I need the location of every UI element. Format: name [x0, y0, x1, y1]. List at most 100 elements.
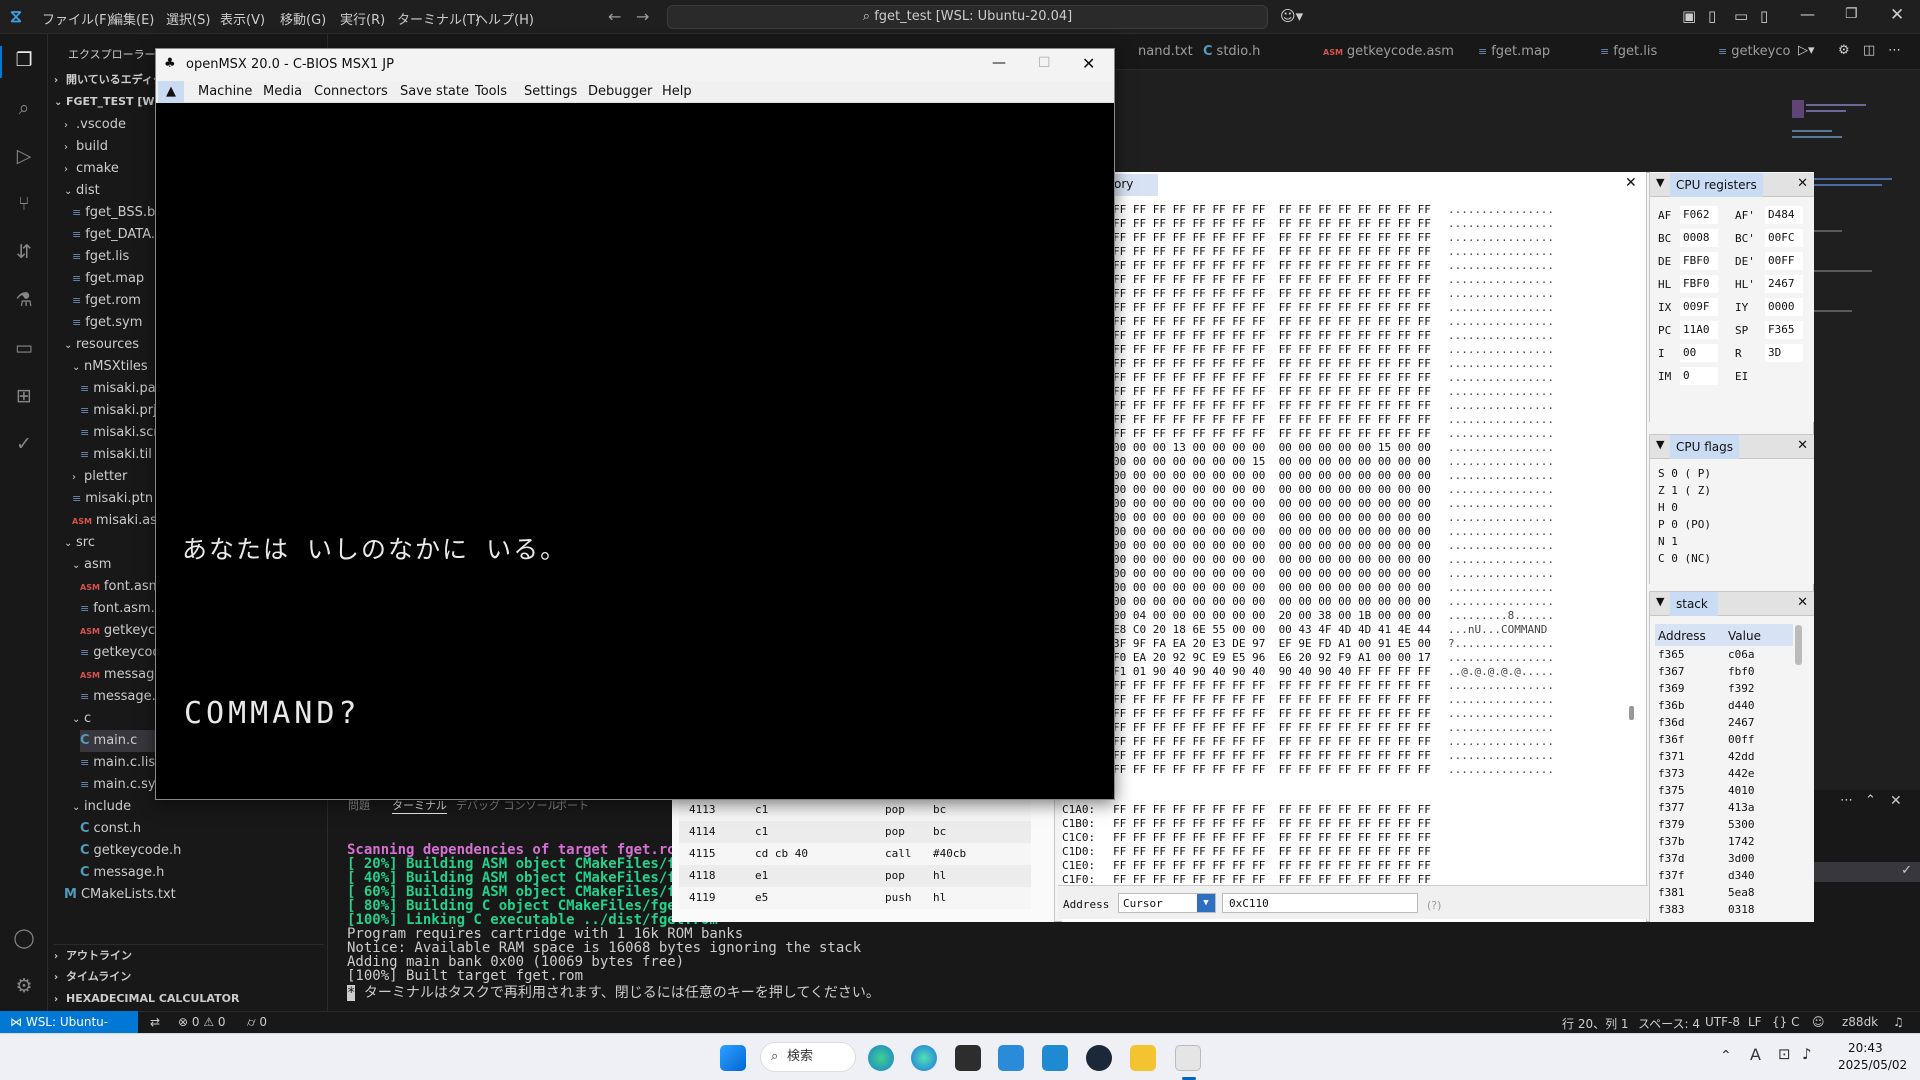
memory-row[interactable]: F1 01 90 40 90 40 90 40 90 40 90 40 FF F… [1113, 665, 1431, 679]
app-j-icon[interactable] [998, 1045, 1024, 1071]
file-item[interactable]: ≡ misaki.til [80, 444, 152, 466]
file-item[interactable]: ≡ misaki.pal [80, 378, 159, 400]
source-control-icon[interactable]: ⑂ [12, 192, 36, 216]
memory-row[interactable]: FF FF FF FF FF FF FF FF FF FF FF FF FF F… [1113, 735, 1431, 749]
forward-arrow-icon[interactable]: → [636, 7, 649, 26]
memory-row[interactable]: 00 00 00 00 00 00 00 00 00 00 00 00 00 0… [1113, 497, 1431, 511]
memory-row[interactable]: FF FF FF FF FF FF FF FF FF FF FF FF FF F… [1113, 413, 1431, 427]
terminal-close-icon[interactable]: ✕ [1890, 793, 1902, 809]
menu-item[interactable]: 選択(S) [166, 9, 210, 28]
register-value[interactable]: 009F [1680, 298, 1718, 316]
memory-row[interactable]: FF FF FF FF FF FF FF FF FF FF FF FF FF F… [1113, 231, 1431, 245]
close-icon[interactable]: ✕ [1797, 438, 1808, 453]
close-icon[interactable]: ✕ [1082, 54, 1095, 73]
disasm-row[interactable]: 4114 c1 pop bc [679, 821, 1031, 843]
account-icon[interactable]: ◯ [12, 926, 36, 950]
register-value[interactable]: 00FC [1765, 229, 1803, 247]
ime-icon[interactable]: A [1750, 1045, 1761, 1064]
openmsx-triangle-icon[interactable]: ▲ [158, 81, 184, 103]
memory-row[interactable]: FF FF FF FF FF FF FF FF FF FF FF FF FF F… [1113, 357, 1431, 371]
disasm-row[interactable]: 4118 e1 pop hl [679, 865, 1031, 887]
file-item[interactable]: M CMakeLists.txt [64, 884, 176, 906]
indent-setting[interactable]: スペース: 4 [1638, 1015, 1700, 1032]
menu-item[interactable]: ターミナル(T) [397, 9, 480, 28]
msx-menu-item[interactable]: Save state [400, 84, 469, 99]
file-item[interactable]: Cgetkeycode.h [80, 840, 181, 862]
msx-menu-item[interactable]: Settings [524, 84, 577, 99]
edge-dev-icon[interactable] [868, 1045, 894, 1071]
file-item[interactable]: ≡ main.c.lis [80, 752, 155, 774]
memory-row[interactable]: FF FF FF FF FF FF FF FF FF FF FF FF FF F… [1113, 817, 1431, 831]
memory-row[interactable]: 00 04 00 00 00 00 00 00 20 00 38 00 1B 0… [1113, 609, 1431, 623]
folder-item[interactable]: ⌄ asm [72, 554, 111, 576]
windows-start-icon[interactable] [720, 1045, 746, 1071]
folder-item[interactable]: ⌄ src [64, 532, 95, 554]
tab-getkeycode-asm[interactable]: ASM getkeycode.asm [1323, 44, 1454, 59]
memory-row[interactable]: 00 00 00 00 00 00 00 00 00 00 00 00 00 0… [1113, 525, 1431, 539]
register-value[interactable]: 2467 [1765, 275, 1803, 293]
register-value[interactable]: 0000 [1765, 298, 1803, 316]
memory-row[interactable]: E8 C0 20 18 6E 55 00 00 00 43 4F 4D 4D 4… [1113, 623, 1431, 637]
toggle-panel-icon[interactable]: ▭ [1734, 7, 1748, 25]
memory-tab[interactable]: ory [1110, 174, 1158, 196]
openmsx-icon[interactable] [1175, 1045, 1201, 1071]
register-value[interactable]: F062 [1680, 206, 1718, 224]
memory-row[interactable]: FF FF FF FF FF FF FF FF FF FF FF FF FF F… [1113, 245, 1431, 259]
memory-row[interactable]: 00 00 00 13 00 00 00 00 00 00 00 00 00 1… [1113, 441, 1431, 455]
folder-item[interactable]: › .vscode [64, 114, 126, 136]
memory-row[interactable]: FF FF FF FF FF FF FF FF FF FF FF FF FF F… [1113, 217, 1431, 231]
layout-icon[interactable]: ▣ [1682, 7, 1696, 25]
memory-row[interactable]: FF FF FF FF FF FF FF FF FF FF FF FF FF F… [1113, 721, 1431, 735]
file-item[interactable]: ≡ fget.map [72, 268, 144, 290]
memory-row[interactable]: FF FF FF FF FF FF FF FF FF FF FF FF FF F… [1113, 693, 1431, 707]
register-value[interactable]: 3D [1765, 344, 1803, 362]
msx-menu-item[interactable]: Tools [475, 84, 507, 99]
memory-row[interactable]: FF FF FF FF FF FF FF FF FF FF FF FF FF F… [1113, 343, 1431, 357]
copilot-status-icon[interactable]: ☺ [1812, 1015, 1825, 1029]
folder-item[interactable]: ⌄ c [72, 708, 91, 730]
menu-item[interactable]: ファイル(F) [42, 9, 112, 28]
memory-row[interactable]: FF FF FF FF FF FF FF FF FF FF FF FF FF F… [1113, 845, 1431, 859]
memory-scrollbar[interactable] [1629, 706, 1634, 720]
file-item[interactable]: ≡ misaki.prj [80, 400, 157, 422]
back-arrow-icon[interactable]: ← [608, 7, 621, 26]
menu-item[interactable]: 移動(G) [280, 9, 326, 28]
address-mode-select[interactable]: Cursor ▼ [1118, 893, 1216, 913]
more-actions-icon[interactable]: ⋯ [1840, 793, 1853, 808]
chevron-up-icon[interactable]: ⌃ [1720, 1048, 1732, 1064]
msx-menu-item[interactable]: Machine [198, 84, 252, 99]
taskbar-search[interactable]: ⌕ 検索 [760, 1042, 856, 1072]
file-item[interactable]: ≡ fget_BSS.bi [72, 202, 159, 224]
register-value[interactable]: 0008 [1680, 229, 1718, 247]
command-center-search[interactable]: ⌕ fget_test [WSL: Ubuntu-20.04] [667, 5, 1268, 29]
copilot-icon[interactable]: ☺▾ [1280, 7, 1303, 25]
eol[interactable]: LF [1748, 1015, 1762, 1029]
msx-menu-item[interactable]: Help [662, 84, 692, 99]
memory-row[interactable]: 00 00 00 00 00 00 00 00 00 00 00 00 00 0… [1113, 469, 1431, 483]
register-value[interactable]: FBF0 [1680, 275, 1718, 293]
remote-indicator[interactable]: ⋈ WSL: Ubuntu-20.04 [0, 1011, 138, 1051]
file-item[interactable]: Cmessage.h [80, 862, 164, 884]
memory-row[interactable]: FF FF FF FF FF FF FF FF FF FF FF FF FF F… [1113, 385, 1431, 399]
folder-item[interactable]: ⌄ include [72, 796, 131, 818]
memory-row[interactable]: 00 00 00 00 00 00 00 00 00 00 00 00 00 0… [1113, 539, 1431, 553]
memory-row[interactable]: FF FF FF FF FF FF FF FF FF FF FF FF FF F… [1113, 859, 1431, 873]
msx-menu-item[interactable]: Connectors [314, 84, 388, 99]
register-value[interactable]: 00FF [1765, 252, 1803, 270]
memory-row[interactable]: FF FF FF FF FF FF FF FF FF FF FF FF FF F… [1113, 301, 1431, 315]
menu-item[interactable]: 実行(R) [340, 9, 385, 28]
file-item[interactable]: ≡ font.asm.li [80, 598, 162, 620]
problems-indicator[interactable]: ⊗ 0 ⚠ 0 [178, 1015, 226, 1029]
file-explorer-icon[interactable] [1130, 1045, 1156, 1071]
register-value[interactable]: F365 [1765, 321, 1803, 339]
search-icon[interactable]: ⌕ [12, 96, 36, 120]
run-debug-icon[interactable]: ▷ [12, 144, 36, 168]
disasm-row[interactable]: 4113 c1 pop bc [679, 799, 1031, 821]
memory-row[interactable]: 00 00 00 00 00 00 00 00 00 00 00 00 00 0… [1113, 567, 1431, 581]
file-item[interactable]: ≡ message.a [80, 686, 164, 708]
run-icon[interactable]: ▷▾ [1798, 43, 1815, 58]
restore-icon[interactable]: ❐ [1845, 6, 1858, 22]
edge-icon[interactable] [911, 1045, 937, 1071]
terminal-task-selected[interactable]: ✓ [1814, 862, 1920, 882]
more-actions-icon[interactable]: ⋯ [1888, 43, 1901, 58]
